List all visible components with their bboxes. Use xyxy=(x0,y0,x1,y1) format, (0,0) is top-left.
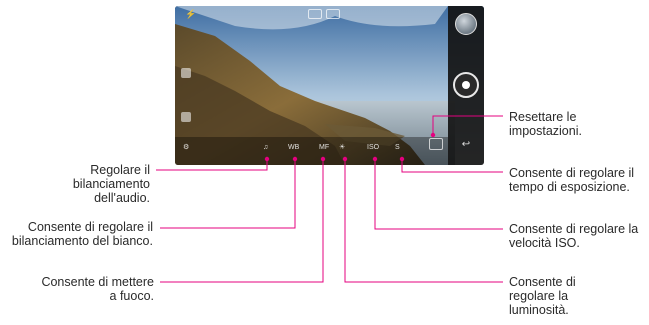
reset-label: Resettare le impostazioni. xyxy=(509,110,582,138)
focus-label: Consente di mettere a fuoco. xyxy=(41,275,154,303)
reset-callout-line xyxy=(432,115,503,135)
white-balance-label: Consente di regolare il bilanciamento de… xyxy=(11,220,153,248)
focus-callout-line xyxy=(160,159,324,283)
white-balance-callout-dot xyxy=(292,156,298,162)
audio-balance-label: Regolare il bilanciamento dell'audio. xyxy=(72,163,150,205)
focus-callout-dot xyxy=(320,156,326,162)
shutter-callout-line xyxy=(401,159,503,173)
audio-callout-dot xyxy=(264,156,270,162)
iso-label: Consente di regolare la velocità ISO. xyxy=(509,222,639,250)
shutter-label: Consente di regolare il tempo di esposiz… xyxy=(509,166,635,194)
brightness-callout-dot xyxy=(342,156,348,162)
brightness-label: Consente di regolare la luminosità. xyxy=(509,275,576,317)
reset-callout-dot xyxy=(430,132,436,138)
iso-callout-line xyxy=(374,159,503,230)
brightness-callout-line xyxy=(344,159,503,283)
shutter-callout-dot xyxy=(399,156,405,162)
iso-callout-dot xyxy=(372,156,378,162)
audio-callout-line xyxy=(156,159,268,171)
white-balance-callout-line xyxy=(160,159,296,229)
